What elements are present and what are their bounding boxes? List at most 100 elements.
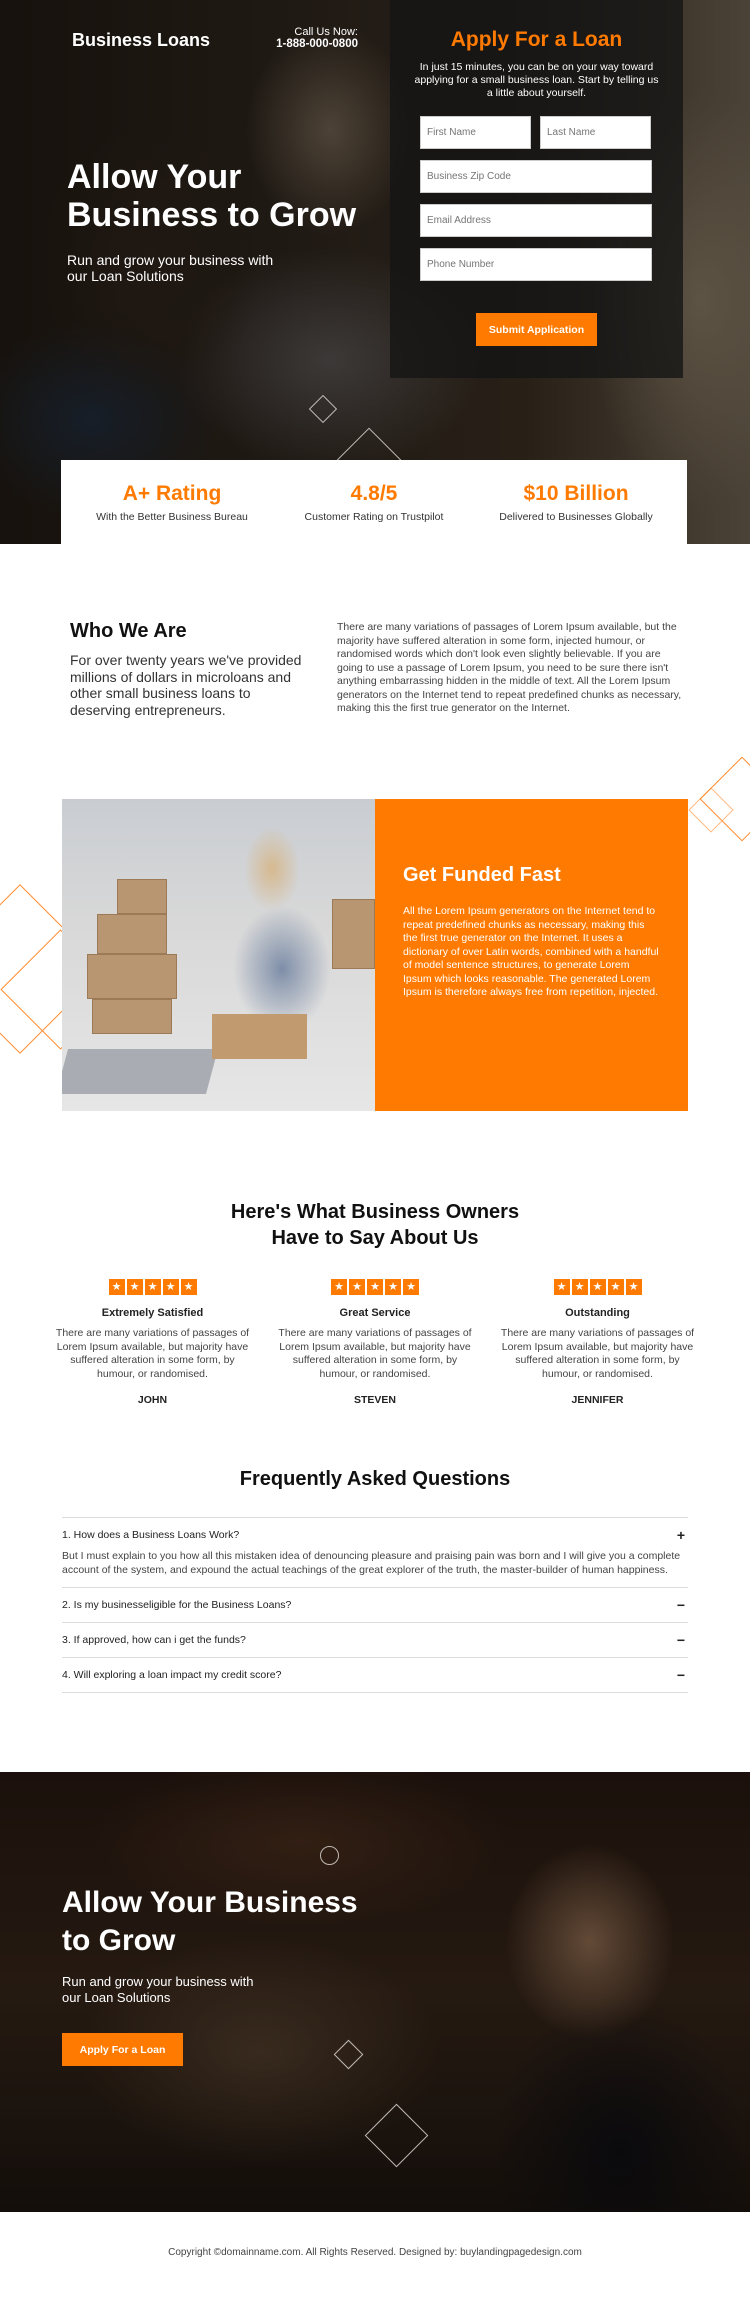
faq-section: Frequently Asked Questions 1. How does a… [0,1459,750,1772]
testimonial-card: ★ ★ ★ ★ ★ Great Service There are many v… [275,1277,475,1406]
funded-body: All the Lorem Ipsum generators on the In… [403,905,659,998]
loan-form [420,116,652,292]
minus-icon[interactable]: − [674,1667,688,1683]
testimonial-text: There are many variations of passages of… [55,1327,250,1380]
star-icon: ★ [108,1279,125,1295]
faq-item: 3. If approved, how can i get the funds?… [62,1623,688,1658]
faq-question-text: 4. Will exploring a loan impact my credi… [62,1669,282,1681]
star-rating: ★ ★ ★ ★ ★ [108,1279,197,1295]
decor-circle-icon [320,1846,339,1865]
faq-question-text: 3. If approved, how can i get the funds? [62,1634,246,1646]
star-icon: ★ [607,1279,624,1295]
faq-list: 1. How does a Business Loans Work? + But… [62,1517,688,1693]
stat-item: 4.8/5 Customer Rating on Trustpilot [274,482,474,523]
testimonial-heading: Extremely Satisfied [101,1307,204,1319]
loan-form-panel: Apply For a Loan In just 15 minutes, you… [390,0,683,378]
testimonial-author: JENNIFER [571,1394,624,1406]
brand-logo[interactable]: Business Loans [72,30,210,51]
cta-subtitle: Run and grow your business with our Loan… [62,1974,254,2005]
faq-question-text: 2. Is my businesseligible for the Busine… [62,1599,292,1611]
form-title: Apply For a Loan [450,28,623,51]
testimonial-card: ★ ★ ★ ★ ★ Extremely Satisfied There are … [53,1277,253,1406]
minus-icon[interactable]: − [674,1632,688,1648]
stat-value: 4.8/5 [350,481,398,505]
call-us: Call Us Now: 1-888-000-0800 [274,26,358,50]
who-title: Who We Are [70,620,187,642]
submit-application-button[interactable]: Submit Application [476,313,597,346]
stats-bar: A+ Rating With the Better Business Burea… [61,460,687,544]
decor-diamond-small-icon [308,394,338,424]
faq-title: Frequently Asked Questions [239,1468,511,1490]
who-lead: For over twenty years we've provided mil… [70,652,302,718]
star-icon: ★ [571,1279,588,1295]
stat-item: A+ Rating With the Better Business Burea… [72,482,272,523]
star-icon: ★ [589,1279,606,1295]
email-input[interactable] [420,204,652,237]
star-icon: ★ [367,1279,383,1295]
star-icon: ★ [144,1279,161,1295]
star-icon: ★ [385,1279,401,1295]
faq-question[interactable]: 2. Is my businesseligible for the Busine… [62,1588,688,1622]
star-icon: ★ [180,1279,197,1295]
copyright-text: Copyright ©domainname.com. All Rights Re… [168,2246,582,2258]
testimonials-title: Here's What Business Owners Have to Say … [230,1201,520,1249]
who-we-are-section: Who We Are For over twenty years we've p… [0,544,750,799]
cta-section: Allow Your Business to Grow Run and grow… [0,1772,750,2212]
star-icon: ★ [331,1279,347,1295]
stat-value: $10 Billion [523,481,629,505]
minus-icon[interactable]: − [674,1597,688,1613]
cta-title: Allow Your Business to Grow [62,1886,358,1957]
first-name-input[interactable] [420,116,531,149]
plus-icon[interactable]: + [674,1527,688,1543]
testimonials-section: Here's What Business Owners Have to Say … [0,1199,750,1459]
star-icon: ★ [162,1279,179,1295]
star-rating: ★ ★ ★ ★ ★ [331,1279,419,1295]
last-name-input[interactable] [540,116,651,149]
testimonial-author: STEVEN [353,1394,396,1406]
funded-title: Get Funded Fast [403,864,561,886]
faq-question[interactable]: 4. Will exploring a loan impact my credi… [62,1658,688,1692]
faq-question[interactable]: 3. If approved, how can i get the funds?… [62,1623,688,1657]
form-description: In just 15 minutes, you can be on your w… [414,61,659,99]
testimonial-heading: Outstanding [565,1307,630,1319]
phone-link[interactable]: 1-888-000-0800 [274,38,358,50]
hero-section: Business Loans Call Us Now: 1-888-000-08… [0,0,750,544]
funded-card: Get Funded Fast All the Lorem Ipsum gene… [375,799,688,1111]
apply-for-loan-button[interactable]: Apply For a Loan [62,2033,183,2066]
call-label: Call Us Now: [294,26,358,38]
star-icon: ★ [349,1279,365,1295]
hero-subtitle: Run and grow your business with our Loan… [67,252,274,284]
woman-packing-boxes-image [62,799,375,1111]
zip-code-input[interactable] [420,160,652,193]
faq-item: 4. Will exploring a loan impact my credi… [62,1658,688,1693]
star-icon: ★ [625,1279,642,1295]
faq-item: 2. Is my businesseligible for the Busine… [62,1588,688,1623]
testimonial-author: JOHN [137,1394,168,1406]
decor-diamond-small-icon [333,2039,364,2070]
decor-diamond-large-icon [364,2103,429,2168]
faq-question-text: 1. How does a Business Loans Work? [62,1529,240,1541]
phone-input[interactable] [420,248,652,281]
stat-value: A+ Rating [122,481,222,505]
parcel-shape [212,1014,307,1059]
stat-label: Customer Rating on Trustpilot [304,510,444,523]
stat-item: $10 Billion Delivered to Businesses Glob… [476,482,676,523]
faq-question[interactable]: 1. How does a Business Loans Work? + [62,1518,688,1552]
laptop-shape [62,1049,219,1094]
star-icon: ★ [553,1279,570,1295]
star-icon: ★ [126,1279,143,1295]
testimonial-card: ★ ★ ★ ★ ★ Outstanding There are many var… [498,1277,698,1406]
hero-title: Allow Your Business to Grow [67,158,357,234]
testimonial-heading: Great Service [339,1307,411,1319]
funded-section: Get Funded Fast All the Lorem Ipsum gene… [0,756,750,1199]
star-icon: ★ [403,1279,419,1295]
testimonial-cards: ★ ★ ★ ★ ★ Extremely Satisfied There are … [53,1277,698,1406]
stat-label: With the Better Business Bureau [96,510,248,523]
faq-item: 1. How does a Business Loans Work? + But… [62,1518,688,1588]
testimonial-text: There are many variations of passages of… [278,1327,472,1380]
stat-label: Delivered to Businesses Globally [499,510,653,523]
who-body: There are many variations of passages of… [337,621,682,714]
testimonial-text: There are many variations of passages of… [500,1327,695,1380]
faq-answer: But I must explain to you how all this m… [62,1550,681,1576]
star-rating: ★ ★ ★ ★ ★ [553,1279,642,1295]
